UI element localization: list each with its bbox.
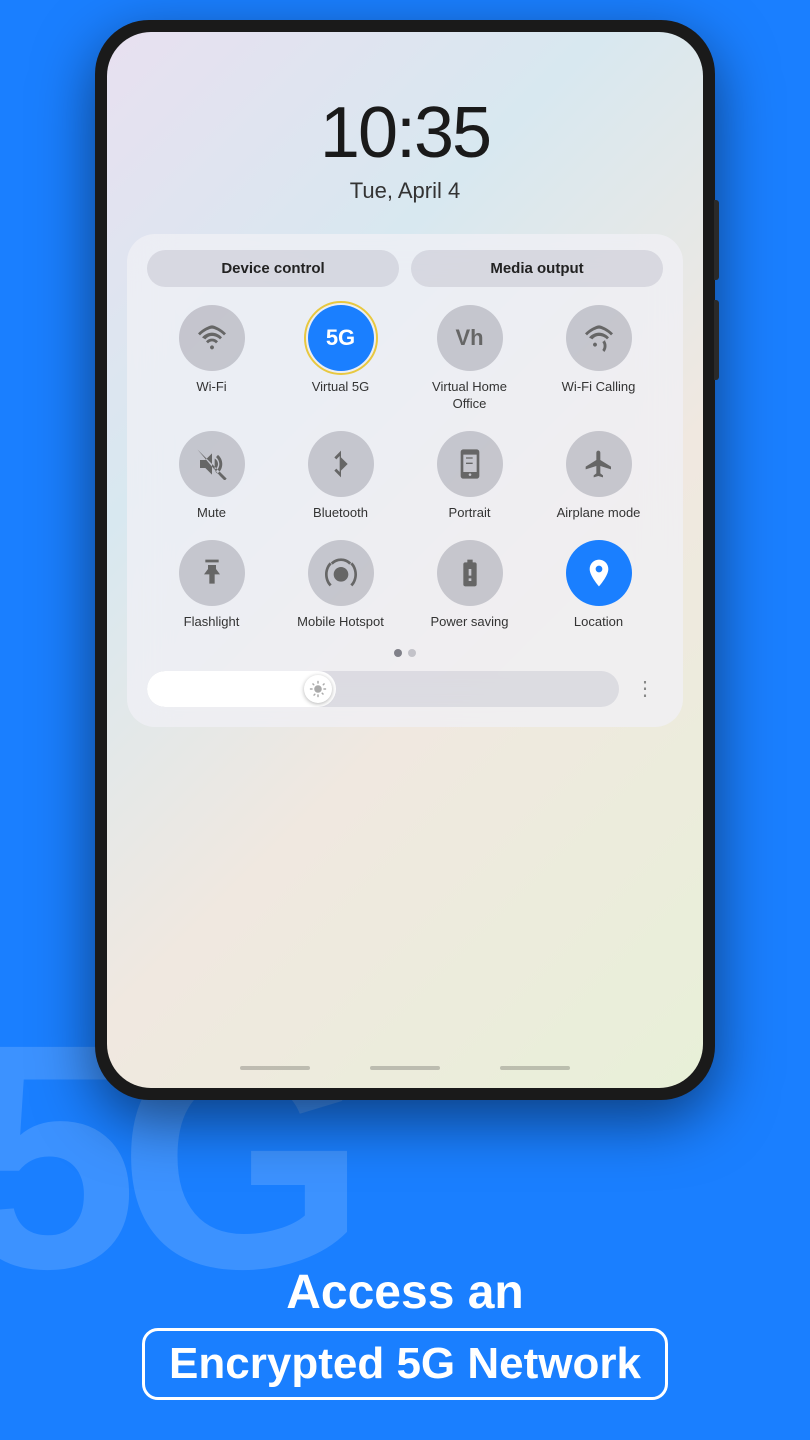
wifi-calling-label: Wi-Fi Calling — [562, 379, 636, 396]
flashlight-label: Flashlight — [184, 614, 240, 631]
wifi-label: Wi-Fi — [196, 379, 226, 396]
wifi-calling-icon-btn[interactable] — [566, 305, 632, 371]
phone-screen: 10:35 Tue, April 4 Device control Media … — [107, 32, 703, 1088]
portrait-icon — [454, 448, 486, 480]
virtual-5g-label: Virtual 5G — [312, 379, 370, 396]
mute-icon — [196, 448, 228, 480]
access-line1: Access an — [40, 1265, 770, 1320]
dot-1 — [394, 649, 402, 657]
vh-text: Vh — [455, 325, 483, 351]
access-line2-wrapper: Encrypted 5G Network — [142, 1328, 668, 1400]
bluetooth-icon — [325, 448, 357, 480]
nav-line-3 — [500, 1066, 570, 1070]
control-row-1: Wi-Fi 5G Virtual 5G Vh Virtual Home Offi… — [147, 305, 663, 413]
device-control-button[interactable]: Device control — [147, 250, 399, 287]
virtual-home-office-icon-btn[interactable]: Vh — [437, 305, 503, 371]
power-saving-control[interactable]: Power saving — [420, 540, 520, 631]
wifi-calling-control[interactable]: Wi-Fi Calling — [549, 305, 649, 413]
nav-line-2 — [370, 1066, 440, 1070]
control-panel: Device control Media output Wi-Fi 5G — [127, 234, 683, 727]
portrait-label: Portrait — [449, 505, 491, 522]
virtual-5g-control[interactable]: 5G Virtual 5G — [291, 305, 391, 413]
location-control[interactable]: Location — [549, 540, 649, 631]
access-line2: Encrypted 5G Network — [169, 1339, 641, 1388]
airplane-icon — [583, 448, 615, 480]
portrait-icon-btn[interactable] — [437, 431, 503, 497]
brightness-handle[interactable] — [304, 675, 332, 703]
sun-icon — [309, 680, 327, 698]
location-label: Location — [574, 614, 623, 631]
flashlight-icon — [196, 557, 228, 589]
airplane-mode-label: Airplane mode — [557, 505, 641, 522]
dot-2 — [408, 649, 416, 657]
clock-area: 10:35 Tue, April 4 — [107, 32, 703, 224]
volume-button — [714, 300, 719, 380]
brightness-row: ⋮ — [147, 671, 663, 707]
control-row-3: Flashlight Mobile Hotspot — [147, 540, 663, 631]
virtual-home-office-control[interactable]: Vh Virtual Home Office — [420, 305, 520, 413]
power-button — [714, 200, 719, 280]
mute-control[interactable]: Mute — [162, 431, 262, 522]
bottom-text-section: Access an Encrypted 5G Network — [0, 1265, 810, 1400]
mobile-hotspot-icon-btn[interactable] — [308, 540, 374, 606]
mobile-hotspot-label: Mobile Hotspot — [297, 614, 384, 631]
clock-date: Tue, April 4 — [107, 178, 703, 204]
airplane-mode-icon-btn[interactable] — [566, 431, 632, 497]
bottom-nav — [240, 1066, 570, 1070]
wifi-icon — [196, 322, 228, 354]
virtual-home-office-label: Virtual Home Office — [420, 379, 520, 413]
pagination-dots — [147, 649, 663, 657]
wifi-calling-icon — [583, 322, 615, 354]
clock-time: 10:35 — [107, 92, 703, 174]
brightness-slider[interactable] — [147, 671, 619, 707]
location-icon-btn[interactable] — [566, 540, 632, 606]
top-buttons-row: Device control Media output — [147, 250, 663, 287]
hotspot-icon — [325, 557, 357, 589]
brightness-fill — [147, 671, 336, 707]
power-saving-icon-btn[interactable] — [437, 540, 503, 606]
flashlight-control[interactable]: Flashlight — [162, 540, 262, 631]
airplane-mode-control[interactable]: Airplane mode — [549, 431, 649, 522]
wifi-icon-btn[interactable] — [179, 305, 245, 371]
flashlight-icon-btn[interactable] — [179, 540, 245, 606]
media-output-button[interactable]: Media output — [411, 250, 663, 287]
wifi-control[interactable]: Wi-Fi — [162, 305, 262, 413]
5g-text: 5G — [326, 325, 355, 351]
location-icon — [583, 557, 615, 589]
bluetooth-icon-btn[interactable] — [308, 431, 374, 497]
power-saving-label: Power saving — [430, 614, 508, 631]
bluetooth-label: Bluetooth — [313, 505, 368, 522]
nav-line-1 — [240, 1066, 310, 1070]
portrait-control[interactable]: Portrait — [420, 431, 520, 522]
mute-icon-btn[interactable] — [179, 431, 245, 497]
virtual-5g-icon-btn[interactable]: 5G — [308, 305, 374, 371]
phone-frame: 10:35 Tue, April 4 Device control Media … — [95, 20, 715, 1100]
bluetooth-control[interactable]: Bluetooth — [291, 431, 391, 522]
brightness-more-button[interactable]: ⋮ — [627, 672, 663, 705]
control-row-2: Mute Bluetooth P — [147, 431, 663, 522]
mute-label: Mute — [197, 505, 226, 522]
mobile-hotspot-control[interactable]: Mobile Hotspot — [291, 540, 391, 631]
power-saving-icon — [454, 557, 486, 589]
